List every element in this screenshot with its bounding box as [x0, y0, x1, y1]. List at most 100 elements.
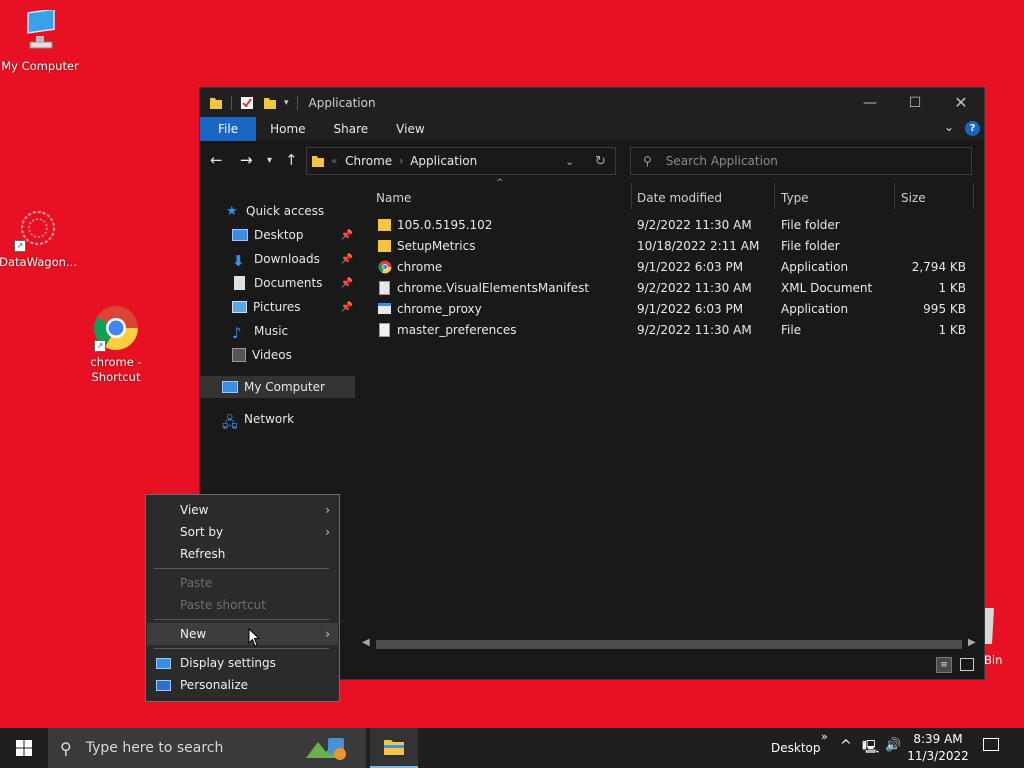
scroll-left-icon[interactable]: ◀: [362, 637, 370, 648]
forward-button[interactable]: →: [240, 151, 253, 169]
file-row[interactable]: master_preferences 9/2/2022 11:30 AM Fil…: [376, 320, 976, 341]
network-icon[interactable]: 🖳: [862, 738, 879, 760]
nav-label: Videos: [252, 348, 292, 362]
minimize-button[interactable]: —: [847, 88, 893, 117]
personalize-icon: [156, 679, 171, 691]
search-box[interactable]: ⚲ Search Application: [630, 147, 972, 175]
scroll-right-icon[interactable]: ▶: [968, 637, 976, 648]
desktop-toolbar-label: Desktop: [771, 741, 821, 755]
desktop-icon-chrome-shortcut[interactable]: ↗ chrome - Shortcut: [76, 304, 156, 385]
pin-icon[interactable]: 📌: [341, 302, 353, 313]
tab-home[interactable]: Home: [256, 117, 319, 141]
pin-icon[interactable]: 📌: [341, 230, 353, 241]
tab-share[interactable]: Share: [320, 117, 383, 141]
expand-ribbon-icon[interactable]: ⌄: [944, 120, 954, 134]
recent-locations-dropdown[interactable]: ▾: [267, 155, 272, 166]
new-folder-icon[interactable]: [263, 96, 277, 110]
pictures-icon: [232, 301, 247, 313]
back-button[interactable]: ←: [210, 151, 223, 169]
tab-file[interactable]: File: [200, 117, 257, 141]
file-row[interactable]: 105.0.5195.102 9/2/2022 11:30 AM File fo…: [376, 215, 976, 236]
file-name: SetupMetrics: [397, 239, 476, 253]
shortcut-arrow-icon: ↗: [94, 340, 106, 352]
nav-item-downloads[interactable]: ⬇ Downloads 📌: [232, 248, 356, 270]
search-input[interactable]: Search Application: [666, 154, 778, 168]
toolbar-overflow-icon[interactable]: »: [821, 730, 828, 743]
file-row[interactable]: chrome.VisualElementsManifest 9/2/2022 1…: [376, 278, 976, 299]
folder-icon: [378, 219, 391, 231]
nav-quick-access[interactable]: ★ Quick access: [226, 200, 324, 222]
column-header-name[interactable]: Name: [376, 185, 411, 211]
submenu-arrow-icon: ›: [325, 503, 330, 517]
nav-label: Desktop: [254, 228, 304, 242]
volume-icon[interactable]: 🔊: [885, 738, 901, 753]
taskbar-search-box[interactable]: ⚲ Type here to search: [48, 728, 366, 768]
address-dropdown-icon[interactable]: ⌄: [565, 155, 574, 168]
search-highlight-icon[interactable]: [304, 734, 350, 762]
desktop-icon-label: chrome - Shortcut: [90, 355, 142, 384]
desktop-icon-recycle-bin[interactable]: Bin: [984, 606, 1024, 667]
scrollbar-thumb[interactable]: [376, 640, 962, 649]
desktop-icon-datawagon[interactable]: ↗ DataWagon...: [0, 206, 78, 270]
taskbar-search-input[interactable]: Type here to search: [86, 740, 224, 756]
menu-item-new[interactable]: New ›: [147, 623, 338, 645]
nav-item-pictures[interactable]: Pictures 📌: [232, 296, 356, 318]
horizontal-scrollbar[interactable]: ◀ ▶: [358, 636, 980, 653]
navigation-bar: ← → ▾ ↑ « Chrome › Application ⌄ ↻ ⚲ Sea…: [200, 141, 984, 181]
file-size: 1 KB: [938, 323, 966, 337]
menu-item-paste[interactable]: Paste: [147, 572, 338, 594]
breadcrumb-chrome[interactable]: Chrome: [345, 154, 392, 168]
pin-icon[interactable]: 📌: [341, 254, 353, 265]
nav-item-desktop[interactable]: Desktop 📌: [232, 224, 356, 246]
notifications-icon[interactable]: [983, 738, 999, 751]
menu-item-sort-by[interactable]: Sort by ›: [147, 521, 338, 543]
nav-my-computer[interactable]: My Computer: [200, 376, 355, 398]
column-header-date-modified[interactable]: Date modified: [637, 185, 722, 211]
column-header-size[interactable]: Size: [901, 185, 926, 211]
file-name: 105.0.5195.102: [397, 218, 493, 232]
menu-item-paste-shortcut[interactable]: Paste shortcut: [147, 594, 338, 616]
menu-separator: [154, 648, 329, 649]
breadcrumb-overflow-icon[interactable]: «: [331, 156, 337, 167]
menu-item-refresh[interactable]: Refresh: [147, 543, 338, 565]
properties-icon[interactable]: [240, 96, 254, 110]
tab-view[interactable]: View: [382, 117, 438, 141]
show-hidden-icons-icon[interactable]: ^: [840, 738, 852, 754]
file-icon: [379, 323, 390, 337]
file-date: 9/2/2022 11:30 AM: [637, 218, 752, 232]
pin-icon[interactable]: 📌: [341, 278, 353, 289]
address-bar[interactable]: « Chrome › Application ⌄ ↻: [306, 147, 616, 175]
details-view-icon[interactable]: ≡: [936, 657, 952, 673]
clock-time: 8:39 AM: [913, 732, 963, 746]
menu-item-view[interactable]: View ›: [147, 499, 338, 521]
maximize-button[interactable]: ☐: [892, 88, 938, 117]
large-icons-view-icon[interactable]: [960, 658, 974, 671]
clock[interactable]: 8:39 AM 11/3/2022: [906, 731, 970, 765]
file-row[interactable]: SetupMetrics 10/18/2022 2:11 AM File fol…: [376, 236, 976, 257]
up-button[interactable]: ↑: [285, 151, 298, 169]
menu-label: Paste shortcut: [180, 598, 266, 612]
folder-icon: [210, 97, 222, 109]
nav-item-documents[interactable]: Documents 📌: [232, 272, 356, 294]
help-icon[interactable]: ?: [965, 121, 980, 136]
shortcut-arrow-icon: ↗: [14, 240, 26, 252]
taskbar-file-explorer-button[interactable]: [370, 728, 418, 768]
ribbon-tabs: File Home Share View ⌄ ?: [200, 117, 984, 141]
nav-item-music[interactable]: ♪ Music: [232, 320, 288, 342]
nav-network[interactable]: 🖧 Network: [222, 408, 294, 431]
desktop-toolbar[interactable]: Desktop: [771, 728, 821, 768]
quick-access-toolbar-dropdown-icon[interactable]: ▾: [284, 98, 289, 108]
nav-item-videos[interactable]: Videos: [232, 344, 292, 366]
desktop-icon-my-computer[interactable]: My Computer: [0, 8, 80, 74]
file-row[interactable]: chrome_proxy 9/1/2022 6:03 PM Applicatio…: [376, 299, 976, 320]
refresh-icon[interactable]: ↻: [595, 154, 606, 169]
file-row[interactable]: chrome 9/1/2022 6:03 PM Application 2,79…: [376, 257, 976, 278]
start-button[interactable]: [0, 728, 48, 768]
menu-item-display-settings[interactable]: Display settings: [147, 652, 338, 674]
folder-icon: [378, 240, 391, 252]
close-button[interactable]: ✕: [938, 88, 984, 117]
column-header-type[interactable]: Type: [781, 185, 809, 211]
menu-item-personalize[interactable]: Personalize: [147, 674, 338, 696]
breadcrumb-application[interactable]: Application: [410, 154, 477, 168]
taskbar: ⚲ Type here to search Desktop » ^ 🖳 🔊 8:…: [0, 728, 1024, 768]
